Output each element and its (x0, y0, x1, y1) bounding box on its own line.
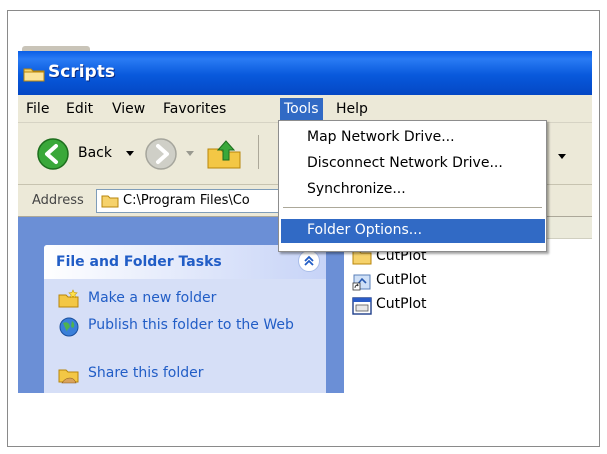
back-dropdown-icon[interactable] (126, 151, 134, 156)
shortcut-icon (352, 273, 372, 295)
file-name: CutPlot (376, 272, 427, 288)
menu-help[interactable]: Help (332, 100, 372, 120)
folder-icon (352, 249, 372, 269)
toolbar-separator (258, 135, 259, 169)
window-title: Scripts (48, 62, 115, 82)
views-dropdown-icon[interactable] (558, 154, 566, 159)
tools-dropdown-menu: Map Network Drive... Disconnect Network … (278, 120, 547, 252)
task-label: Share this folder (88, 365, 204, 381)
file-name: CutPlot (376, 296, 427, 312)
task-label: Publish this folder to the Web (88, 317, 294, 333)
menu-edit[interactable]: Edit (62, 100, 97, 120)
menu-tools[interactable]: Tools (280, 98, 323, 122)
menu-view[interactable]: View (108, 100, 149, 120)
globe-icon (58, 316, 80, 342)
back-arrow-icon[interactable] (36, 137, 70, 175)
address-input[interactable]: C:\Program Files\Co (96, 189, 282, 213)
up-folder-icon[interactable] (204, 137, 244, 175)
forward-dropdown-icon[interactable] (186, 151, 194, 156)
forward-arrow-icon[interactable] (144, 137, 178, 175)
address-label: Address (32, 193, 84, 208)
back-button-label[interactable]: Back (78, 145, 112, 161)
menu-bar: File Edit View Favorites Tools Help (18, 95, 592, 123)
menu-item-map-network-drive[interactable]: Map Network Drive... (281, 126, 545, 150)
file-folder-tasks-panel: File and Folder Tasks Make a new folder (44, 245, 326, 393)
folder-icon (101, 194, 119, 212)
title-bar[interactable]: Scripts (18, 51, 592, 95)
task-label: Make a new folder (88, 290, 217, 306)
application-icon (352, 297, 372, 319)
menu-favorites[interactable]: Favorites (159, 100, 230, 120)
menu-item-folder-options[interactable]: Folder Options... (281, 219, 545, 243)
menu-item-disconnect-network-drive[interactable]: Disconnect Network Drive... (281, 152, 545, 176)
collapse-chevron-icon[interactable] (298, 250, 320, 272)
menu-separator (283, 207, 542, 208)
share-folder-icon (58, 364, 80, 388)
menu-file[interactable]: File (22, 100, 53, 120)
folder-icon (23, 66, 45, 86)
explorer-window: Scripts File Edit View Favorites Tools H… (18, 51, 592, 393)
menu-item-synchronize[interactable]: Synchronize... (281, 178, 545, 202)
new-folder-icon (58, 289, 80, 313)
panel-title: File and Folder Tasks (56, 254, 222, 270)
address-value: C:\Program Files\Co (123, 193, 250, 208)
